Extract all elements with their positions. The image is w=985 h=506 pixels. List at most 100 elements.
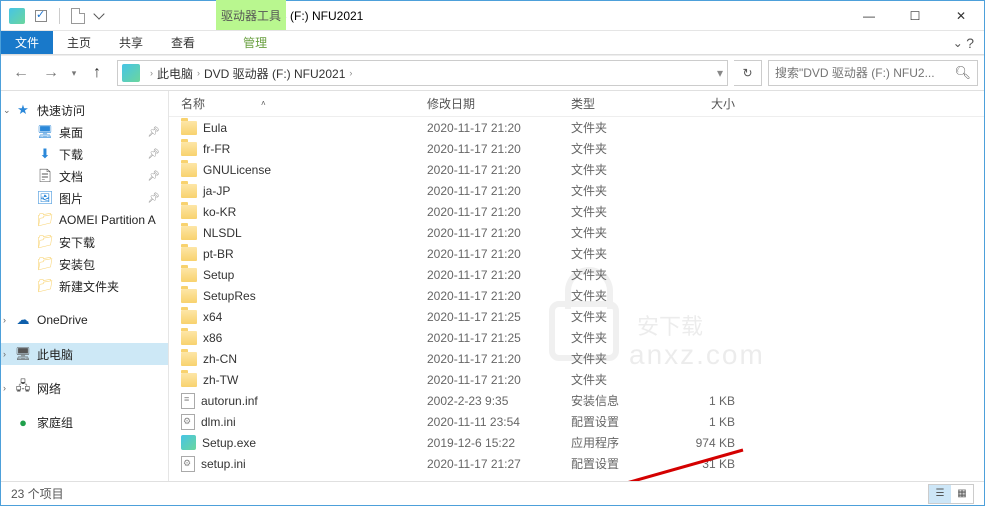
file-type: 文件夹	[571, 119, 675, 136]
file-row[interactable]: pt-BR2020-11-17 21:20文件夹	[169, 243, 984, 264]
file-size: 1 KB	[675, 394, 755, 408]
file-name: dlm.ini	[201, 415, 236, 429]
sidebar-onedrive[interactable]: ›☁OneDrive	[1, 309, 168, 331]
file-type: 文件夹	[571, 182, 675, 199]
content-area: 名称˄ 修改日期 类型 大小 Eula2020-11-17 21:20文件夹fr…	[169, 91, 984, 481]
file-type: 文件夹	[571, 161, 675, 178]
view-toggle: ☰ ▦	[928, 484, 974, 504]
folder-icon	[181, 163, 197, 177]
tab-share[interactable]: 共享	[105, 31, 157, 54]
file-type: 文件夹	[571, 287, 675, 304]
sidebar-downloads[interactable]: ⬇下载📌︎	[1, 143, 168, 165]
file-row[interactable]: ja-JP2020-11-17 21:20文件夹	[169, 180, 984, 201]
breadcrumb-thispc[interactable]: 此电脑	[157, 65, 193, 82]
file-row[interactable]: x862020-11-17 21:25文件夹	[169, 327, 984, 348]
tab-home[interactable]: 主页	[53, 31, 105, 54]
file-name: GNULicense	[203, 163, 271, 177]
refresh-button[interactable]: ↻	[734, 60, 762, 86]
file-date: 2020-11-17 21:20	[427, 163, 571, 177]
qat-properties[interactable]	[31, 6, 51, 26]
nav-pane[interactable]: ⌄★快速访问 🖥︎桌面📌︎ ⬇下载📌︎ 📄︎文档📌︎ 🖼︎图片📌︎ 📁︎AOME…	[1, 91, 169, 481]
nav-forward[interactable]: →	[37, 59, 65, 87]
view-details-button[interactable]: ☰	[929, 485, 951, 503]
separator	[59, 8, 60, 24]
file-row[interactable]: fr-FR2020-11-17 21:20文件夹	[169, 138, 984, 159]
sidebar-quick-access[interactable]: ⌄★快速访问	[1, 99, 168, 121]
nav-back[interactable]: ←	[7, 59, 35, 87]
file-row[interactable]: setup.ini2020-11-17 21:27配置设置31 KB	[169, 453, 984, 474]
nav-up[interactable]: ↑	[83, 59, 111, 87]
close-button[interactable]: ✕	[938, 1, 984, 31]
file-date: 2020-11-17 21:20	[427, 121, 571, 135]
sidebar-thispc[interactable]: ›🖥︎此电脑	[1, 343, 168, 365]
file-name: autorun.inf	[201, 394, 258, 408]
window-controls: — ☐ ✕	[846, 1, 984, 31]
sidebar-network[interactable]: ›🖧︎网络	[1, 377, 168, 399]
file-row[interactable]: autorun.inf2002-2-23 9:35安装信息1 KB	[169, 390, 984, 411]
navigation-bar: ← → ▾ ↑ › 此电脑 › DVD 驱动器 (F:) NFU2021 › ▾…	[1, 55, 984, 91]
app-icon[interactable]	[7, 6, 27, 26]
sidebar-packages[interactable]: 📁︎安装包	[1, 253, 168, 275]
maximize-button[interactable]: ☐	[892, 1, 938, 31]
ini-icon	[181, 456, 195, 472]
file-name: fr-FR	[203, 142, 230, 156]
sidebar-aomei[interactable]: 📁︎AOMEI Partition A	[1, 209, 168, 231]
drive-icon	[122, 64, 140, 82]
col-header-name[interactable]: 名称˄	[181, 95, 427, 112]
file-row[interactable]: Setup2020-11-17 21:20文件夹	[169, 264, 984, 285]
chevron-right-icon[interactable]: ›	[197, 68, 200, 78]
sidebar-documents[interactable]: 📄︎文档📌︎	[1, 165, 168, 187]
file-type: 配置设置	[571, 455, 675, 472]
file-date: 2020-11-17 21:20	[427, 268, 571, 282]
col-header-date[interactable]: 修改日期	[427, 95, 571, 112]
file-row[interactable]: dlm.ini2020-11-11 23:54配置设置1 KB	[169, 411, 984, 432]
file-name: x86	[203, 331, 222, 345]
search-input[interactable]	[775, 66, 954, 80]
file-date: 2020-11-17 21:27	[427, 457, 571, 471]
title-bar: 驱动器工具 DVD 驱动器 (F:) NFU2021 — ☐ ✕	[1, 1, 984, 31]
file-row[interactable]: zh-CN2020-11-17 21:20文件夹	[169, 348, 984, 369]
tab-view[interactable]: 查看	[157, 31, 209, 54]
ini-icon	[181, 414, 195, 430]
minimize-button[interactable]: —	[846, 1, 892, 31]
view-thumbnails-button[interactable]: ▦	[951, 485, 973, 503]
chevron-right-icon[interactable]: ›	[150, 68, 153, 78]
file-row[interactable]: NLSDL2020-11-17 21:20文件夹	[169, 222, 984, 243]
ribbon-collapse[interactable]: ⌄ ?	[943, 31, 984, 54]
explorer-window: 驱动器工具 DVD 驱动器 (F:) NFU2021 — ☐ ✕ 文件 主页 共…	[0, 0, 985, 506]
file-row[interactable]: Eula 2020-11-17 21:20文件夹	[169, 117, 984, 138]
search-icon[interactable]: 🔍︎	[954, 65, 971, 81]
file-row[interactable]: zh-TW2020-11-17 21:20文件夹	[169, 369, 984, 390]
address-bar[interactable]: › 此电脑 › DVD 驱动器 (F:) NFU2021 › ▾	[117, 60, 728, 86]
file-row[interactable]: ko-KR2020-11-17 21:20文件夹	[169, 201, 984, 222]
file-row[interactable]: GNULicense 2020-11-17 21:20文件夹	[169, 159, 984, 180]
file-row[interactable]: x642020-11-17 21:25文件夹	[169, 306, 984, 327]
tab-manage[interactable]: 管理	[229, 31, 281, 54]
search-box[interactable]: 🔍︎	[768, 60, 978, 86]
sidebar-homegroup[interactable]: ●家庭组	[1, 411, 168, 433]
qat-customize[interactable]	[92, 6, 106, 26]
col-header-type[interactable]: 类型	[571, 95, 675, 112]
chevron-right-icon[interactable]: ›	[349, 68, 352, 78]
tab-file[interactable]: 文件	[1, 31, 53, 54]
file-name: ko-KR	[203, 205, 236, 219]
address-dropdown[interactable]: ▾	[717, 66, 723, 80]
sidebar-newfolder[interactable]: 📁︎新建文件夹	[1, 275, 168, 297]
file-type: 文件夹	[571, 203, 675, 220]
breadcrumb-drive[interactable]: DVD 驱动器 (F:) NFU2021	[204, 65, 345, 82]
nav-recent[interactable]: ▾	[67, 59, 81, 87]
qat-new-folder[interactable]	[68, 6, 88, 26]
col-header-size[interactable]: 大小	[675, 95, 755, 112]
sidebar-pictures[interactable]: 🖼︎图片📌︎	[1, 187, 168, 209]
sidebar-desktop[interactable]: 🖥︎桌面📌︎	[1, 121, 168, 143]
file-type: 应用程序	[571, 434, 675, 451]
file-list[interactable]: Eula2020-11-17 21:20文件夹fr-FR2020-11-17 2…	[169, 117, 984, 481]
file-row[interactable]: SetupRes2020-11-17 21:20文件夹	[169, 285, 984, 306]
file-size: 974 KB	[675, 436, 755, 450]
status-bar: 23 个项目 ☰ ▦	[1, 481, 984, 505]
file-name: Eula	[203, 121, 227, 135]
file-row[interactable]: Setup.exe2019-12-6 15:22应用程序974 KB	[169, 432, 984, 453]
sidebar-anxiazai[interactable]: 📁︎安下载	[1, 231, 168, 253]
folder-icon	[181, 373, 197, 387]
file-name: ja-JP	[203, 184, 230, 198]
